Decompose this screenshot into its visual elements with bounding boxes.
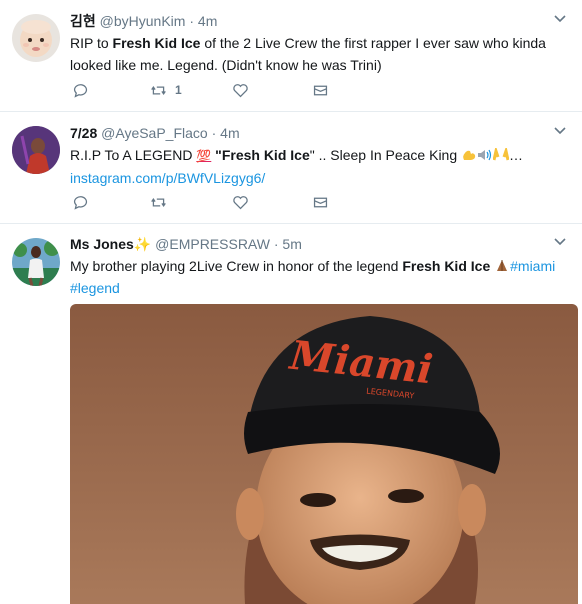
text-segment: My brother playing 2Live Crew in honor o… [70,258,403,274]
sparkles-emoji: ✨ [133,236,152,252]
timestamp[interactable]: 5m [282,236,301,252]
tweet-text: My brother playing 2Live Crew in honor o… [70,255,568,299]
highlight-text: Fresh Kid Ice [402,258,491,274]
separator: · [189,13,195,29]
avatar[interactable] [12,238,60,286]
envelope-icon [313,197,328,207]
chevron-down-icon[interactable] [552,122,568,138]
tweet-actions: 1 [70,80,350,100]
tweet-photo[interactable]: Miami LEGENDARY [70,304,578,604]
reply-button[interactable] [72,192,89,212]
photo-image: Miami LEGENDARY [70,304,578,604]
hashtag-legend[interactable]: #legend [70,280,120,296]
highlight-text: Fresh Kid Ice [221,147,310,163]
heart-icon [233,83,248,97]
text-segment: " [211,147,222,163]
tweet-actions [70,192,350,212]
hundred-emoji: 💯 [196,149,212,163]
handle[interactable]: @EMPRESSRAW [155,236,270,252]
display-name[interactable]: Ms Jones [70,236,134,252]
ellipsis: … [509,147,524,163]
chevron-down-icon[interactable] [552,10,568,26]
tweet-text: RIP to Fresh Kid Ice of the 2 Live Crew … [70,32,568,76]
tweet-text: R.I.P To A LEGEND 💯 "Fresh Kid Ice" .. S… [70,144,568,189]
like-button[interactable] [232,80,249,100]
separator: · [273,236,279,252]
hashtag-miami[interactable]: #miami [510,258,555,274]
flexed-biceps-icon [463,150,476,160]
text-segment: RIP to [70,35,113,51]
retweet-count: 1 [175,83,182,97]
direct-message-button[interactable] [312,192,329,212]
tweet-2[interactable]: 7/28 @AyeSaP_Flaco · 4m R.I.P To A LEGEN… [0,112,582,224]
handle[interactable]: @byHyunKim [100,13,186,29]
retweet-icon [151,85,166,95]
tweet-3[interactable]: Ms Jones✨ @EMPRESSRAW · 5m My brother pl… [0,224,582,604]
timestamp[interactable]: 4m [198,13,217,29]
chevron-down-icon[interactable] [552,233,568,249]
instagram-link[interactable]: instagram.com/p/BWfVLizgyg6/ [70,170,265,186]
text-segment: " .. Sleep In Peace King [309,147,462,163]
text-segment: R.I.P To A LEGEND [70,147,197,163]
timestamp[interactable]: 4m [220,125,239,141]
reply-button[interactable] [72,80,89,100]
avatar[interactable] [12,14,60,62]
praying-hands-icon [497,260,508,271]
reply-icon [73,83,88,98]
avatar[interactable] [12,126,60,174]
speaker-icon [478,149,492,161]
retweet-icon [151,197,166,207]
envelope-icon [313,85,328,95]
direct-message-button[interactable] [312,80,329,100]
like-button[interactable] [232,192,249,212]
handle[interactable]: @AyeSaP_Flaco [101,125,208,141]
raising-hands-icon [493,148,510,161]
retweet-button[interactable] [150,192,175,212]
display-name[interactable]: 7/28 [70,125,97,141]
highlight-text: Fresh Kid Ice [112,35,201,51]
display-name[interactable]: 김현 [70,13,96,29]
separator: · [211,125,217,141]
tweet-1[interactable]: 김현 @byHyunKim · 4m RIP to Fresh Kid Ice … [0,0,582,112]
retweet-button[interactable]: 1 [150,80,182,100]
reply-icon [73,195,88,210]
heart-icon [233,195,248,209]
